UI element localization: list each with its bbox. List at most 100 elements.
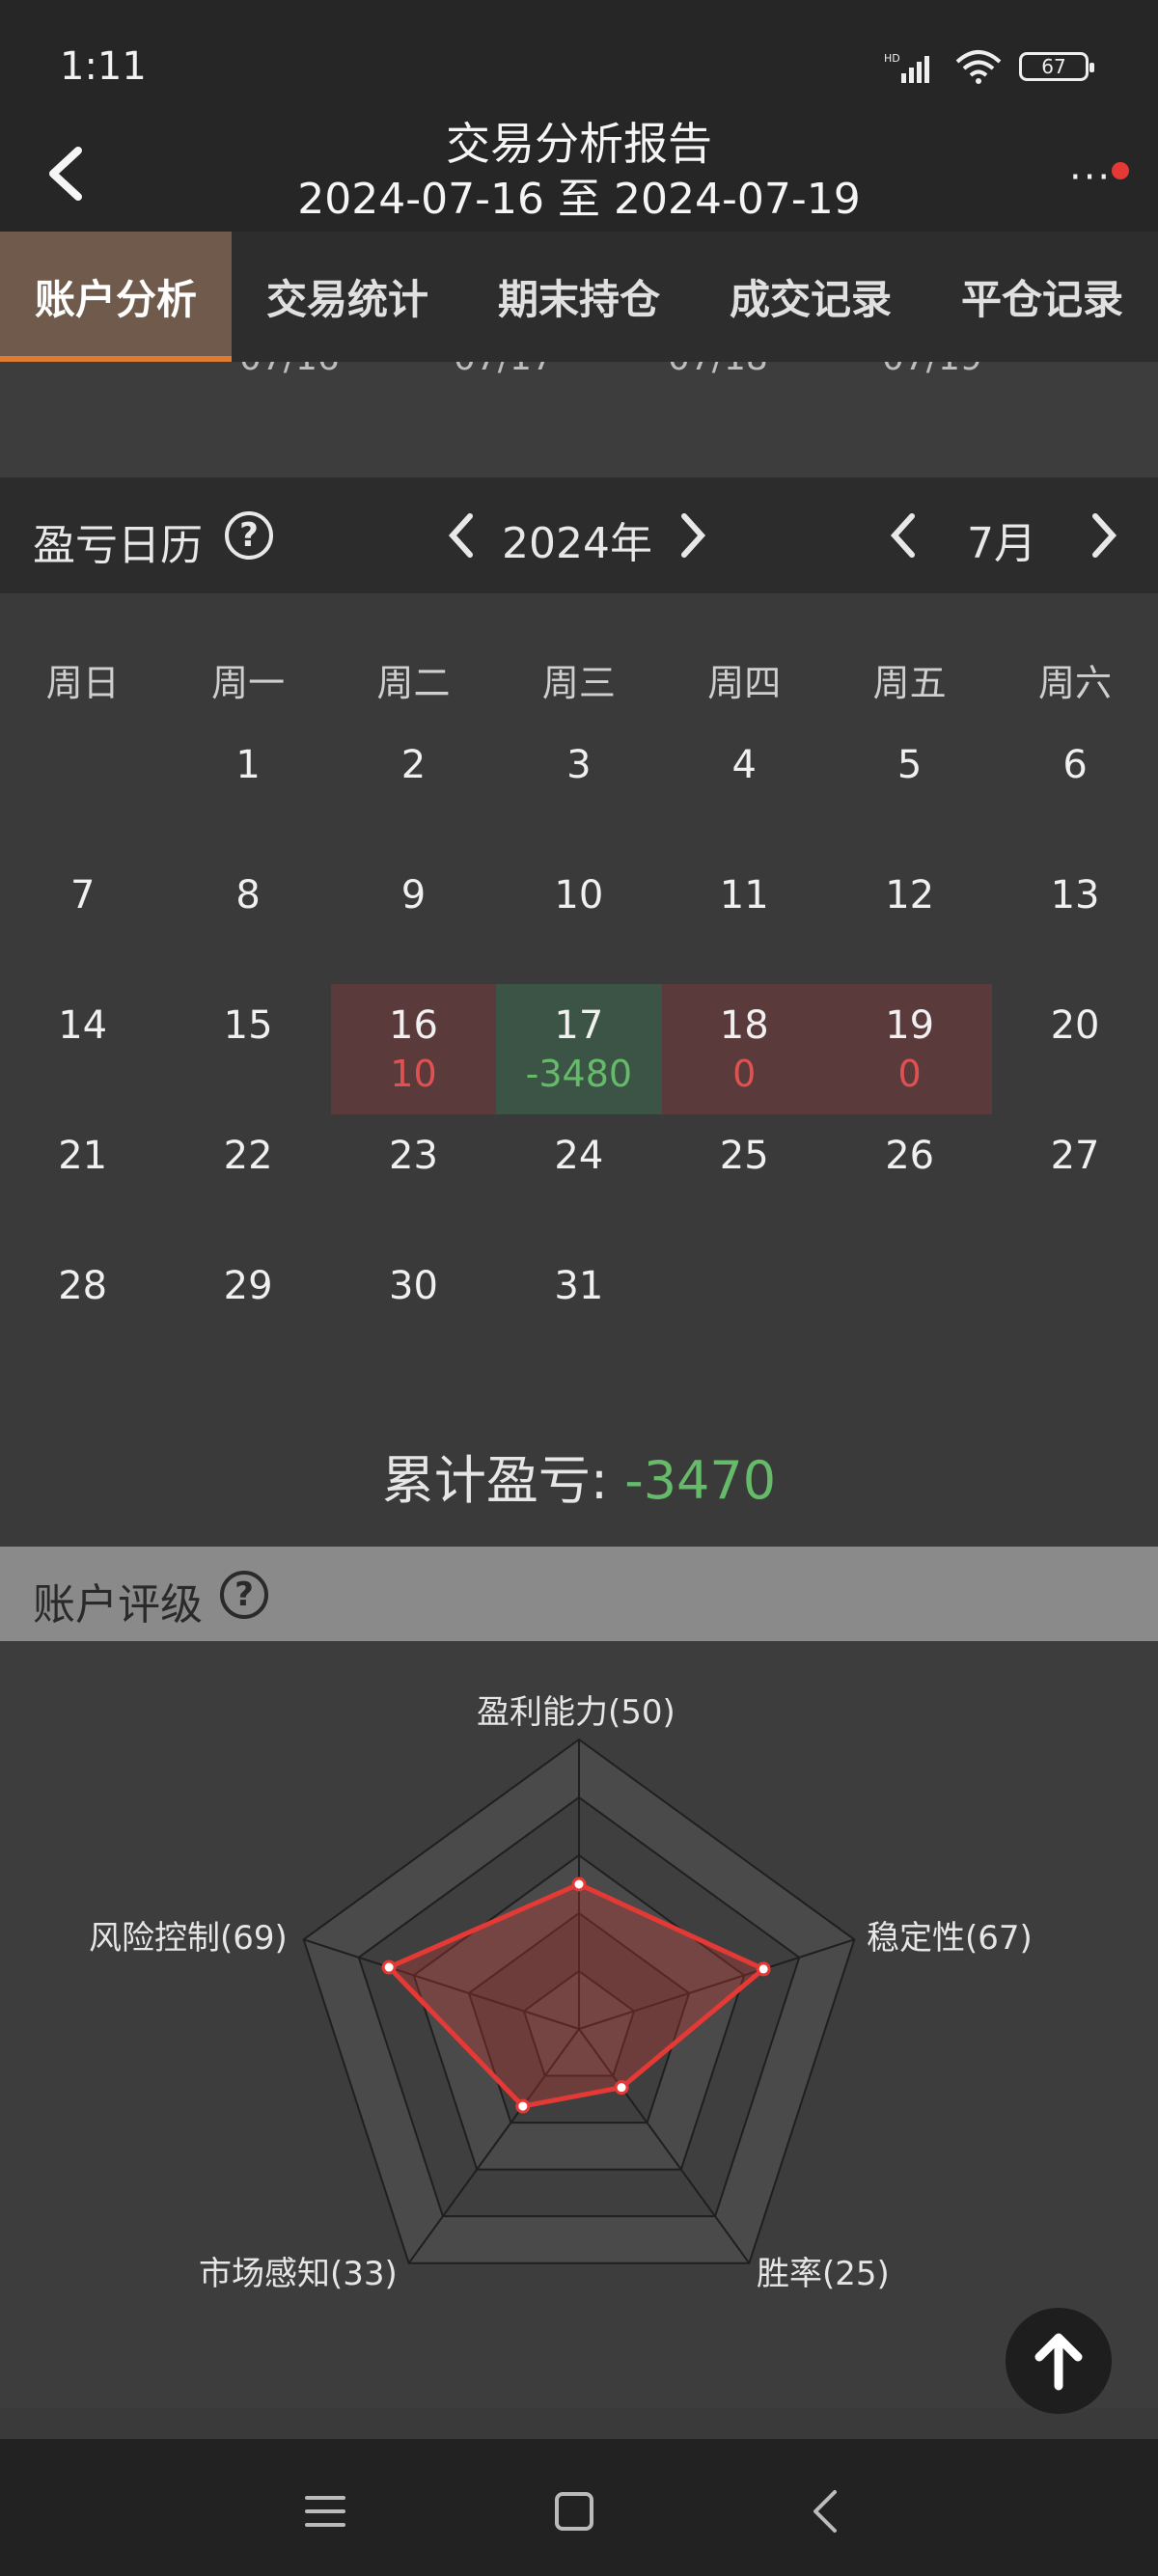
weekday-row: 周日 周一 周二 周三 周四 周五 周六 — [0, 653, 1158, 706]
day-number: 1 — [235, 743, 261, 787]
app-header: 交易分析报告 2024-07-16 至 2024-07-19 ··· — [0, 116, 1158, 232]
menu-icon — [305, 2496, 345, 2527]
tab-close-records[interactable]: 平仓记录 — [926, 232, 1158, 362]
help-icon[interactable]: ? — [220, 1571, 268, 1619]
chart-axis-strip: 07/16 07/17 07/18 07/19 — [0, 362, 1158, 478]
calendar-day-3[interactable]: 3 — [496, 724, 661, 854]
date-range: 2024-07-16 至 2024-07-19 — [297, 175, 861, 224]
day-number: 24 — [554, 1134, 604, 1178]
calendar-day-31[interactable]: 31 — [496, 1245, 661, 1375]
calendar-day-12[interactable]: 12 — [827, 854, 992, 984]
calendar-day-6[interactable]: 6 — [992, 724, 1157, 854]
calendar-day-9[interactable]: 9 — [331, 854, 496, 984]
weekday-label: 周二 — [376, 662, 451, 704]
axis-date-label: 07/16 — [239, 362, 340, 378]
menu-nav-button[interactable] — [291, 2478, 359, 2545]
day-number: 20 — [1050, 1003, 1100, 1048]
calendar-day-19[interactable]: 19 0 — [826, 984, 993, 1114]
day-pnl-value: 0 — [732, 1053, 757, 1095]
day-number: 3 — [566, 743, 592, 787]
calendar-day-15[interactable]: 15 — [165, 984, 330, 1114]
calendar-day-8[interactable]: 8 — [165, 854, 330, 984]
tab-ending-positions[interactable]: 期末持仓 — [463, 232, 695, 362]
day-pnl-value: 10 — [390, 1053, 437, 1095]
day-number: 7 — [69, 873, 96, 918]
radar-chart — [302, 1738, 856, 2264]
day-number: 2 — [400, 743, 427, 787]
day-number: 4 — [731, 743, 757, 787]
calendar-day-7[interactable]: 7 — [0, 854, 165, 984]
calendar-week-row: 14 15 16 10 17 -3480 18 0 19 0 20 — [0, 984, 1158, 1114]
next-year-button[interactable] — [666, 507, 720, 564]
day-number: 30 — [389, 1264, 438, 1308]
axis-date-label: 07/18 — [668, 362, 768, 378]
calendar-day-13[interactable]: 13 — [992, 854, 1157, 984]
day-number: 16 — [389, 1003, 438, 1048]
weekday-label: 周三 — [541, 662, 616, 704]
month-label: 7月 — [967, 519, 1036, 568]
day-number: 17 — [554, 1003, 604, 1048]
calendar-day-2[interactable]: 2 — [331, 724, 496, 854]
chevron-right-icon — [681, 513, 706, 558]
calendar-day-24[interactable]: 24 — [496, 1114, 661, 1245]
day-number: 22 — [223, 1134, 273, 1178]
cumulative-pnl-value: -3470 — [624, 1450, 777, 1511]
system-nav-bar — [0, 2439, 1158, 2576]
calendar-day-17[interactable]: 17 -3480 — [496, 984, 662, 1114]
prev-year-button[interactable] — [434, 507, 488, 564]
calendar-day-14[interactable]: 14 — [0, 984, 165, 1114]
day-number: 9 — [400, 873, 427, 918]
day-number: 19 — [885, 1003, 935, 1048]
calendar-day-11[interactable]: 11 — [662, 854, 827, 984]
day-number: 27 — [1050, 1134, 1100, 1178]
day-number: 15 — [223, 1003, 273, 1048]
calendar-day-21[interactable]: 21 — [0, 1114, 165, 1245]
help-icon[interactable]: ? — [225, 511, 273, 560]
calendar-week-row: 21 22 23 24 25 26 27 — [0, 1114, 1158, 1245]
day-number: 8 — [235, 873, 261, 918]
calendar-day-23[interactable]: 23 — [331, 1114, 496, 1245]
calendar-day-22[interactable]: 22 — [165, 1114, 330, 1245]
tab-account-analysis[interactable]: 账户分析 — [0, 232, 232, 362]
account-rating-header: 账户评级 ? — [0, 1547, 1158, 1641]
day-number: 18 — [719, 1003, 769, 1048]
calendar-day-1[interactable]: 1 — [165, 724, 330, 854]
tab-trade-stats[interactable]: 交易统计 — [232, 232, 463, 362]
back-nav-button[interactable] — [791, 2478, 859, 2545]
day-number: 12 — [885, 873, 935, 918]
scroll-to-top-button[interactable] — [1006, 2308, 1112, 2414]
prev-month-button[interactable] — [876, 507, 930, 564]
calendar-day-25[interactable]: 25 — [662, 1114, 827, 1245]
tab-bar: 账户分析 交易统计 期末持仓 成交记录 平仓记录 — [0, 232, 1158, 362]
rating-title: 账户评级 — [33, 1580, 203, 1630]
calendar-day-29[interactable]: 29 — [165, 1245, 330, 1375]
tab-trade-records[interactable]: 成交记录 — [695, 232, 926, 362]
cumulative-pnl-label: 累计盈亏: — [381, 1450, 609, 1511]
calendar-day-20[interactable]: 20 — [992, 984, 1157, 1114]
chevron-left-icon — [890, 513, 915, 558]
radar-score-point — [571, 1877, 587, 1892]
calendar-day-10[interactable]: 10 — [496, 854, 661, 984]
signal-icon: HD — [884, 52, 929, 83]
calendar-day-18[interactable]: 18 0 — [661, 984, 827, 1114]
calendar-day-26[interactable]: 26 — [827, 1114, 992, 1245]
calendar-day-28[interactable]: 28 — [0, 1245, 165, 1375]
radar-score-point — [614, 2080, 629, 2096]
calendar-day-27[interactable]: 27 — [992, 1114, 1157, 1245]
calendar-day-30[interactable]: 30 — [331, 1245, 496, 1375]
cumulative-pnl: 累计盈亏: -3470 — [0, 1438, 1158, 1514]
axis-label-market-sense: 市场感知(33) — [199, 2255, 398, 2293]
day-number: 28 — [58, 1264, 108, 1308]
page-title: 交易分析报告 — [446, 118, 712, 170]
more-button[interactable]: ··· — [1062, 145, 1129, 203]
more-icon: ··· — [1069, 155, 1113, 200]
calendar-day-4[interactable]: 4 — [662, 724, 827, 854]
day-number: 26 — [885, 1134, 935, 1178]
next-month-button[interactable] — [1077, 507, 1131, 564]
axis-date-label: 07/17 — [454, 362, 554, 378]
calendar-day-16[interactable]: 16 10 — [330, 984, 497, 1114]
calendar-day-5[interactable]: 5 — [827, 724, 992, 854]
calendar-week-row: 7 8 9 10 11 12 13 — [0, 854, 1158, 984]
battery-icon: 67 — [1019, 52, 1094, 81]
home-nav-button[interactable] — [540, 2478, 608, 2545]
